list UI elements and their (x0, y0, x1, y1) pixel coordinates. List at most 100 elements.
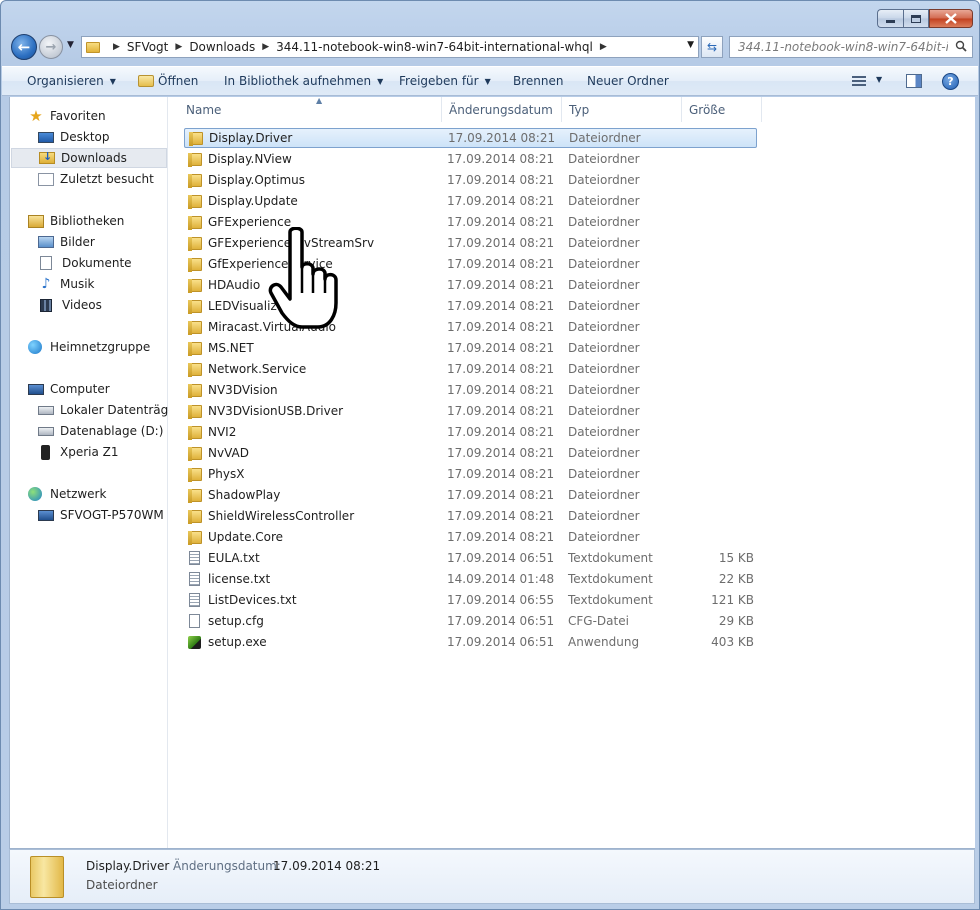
file-row[interactable]: NV3DVisionUSB.Driver 17.09.2014 08:21 Date… (184, 401, 757, 421)
chevron-down-icon[interactable]: ▼ (687, 40, 694, 50)
file-row[interactable]: ShieldWirelessController 17.09.2014 08:21… (184, 506, 757, 526)
view-options-icon[interactable] (852, 76, 866, 86)
file-row[interactable]: Update.Core 17.09.2014 08:21 Dateiordner (184, 527, 757, 547)
file-row[interactable]: setup.exe 17.09.2014 06:51 Anwendung 403 KB (184, 632, 757, 652)
chevron-right-icon[interactable]: ▶ (262, 42, 269, 52)
chevron-right-icon[interactable]: ▶ (600, 42, 607, 52)
file-row[interactable]: license.txt 14.09.2014 01:48 Textdokument 2… (184, 569, 757, 589)
file-row[interactable]: PhysX 17.09.2014 08:21 Dateiordner (184, 464, 757, 484)
sidebar-item-pictures[interactable]: Bilder (38, 232, 95, 252)
file-date: 17.09.2014 08:21 (447, 446, 555, 460)
pictures-icon (38, 236, 54, 248)
file-row[interactable]: Network.Service 17.09.2014 08:21 Dateiordn… (184, 359, 757, 379)
sidebar-item-favorites[interactable]: ★ Favoriten (28, 106, 106, 126)
network-icon (28, 487, 42, 501)
file-row[interactable]: Display.Optimus 17.09.2014 08:21 Dateiordn… (184, 170, 757, 190)
folder-icon (188, 383, 202, 398)
forward-button[interactable]: → (39, 35, 63, 59)
file-row[interactable]: ShadowPlay 17.09.2014 08:21 Dateiordner (184, 485, 757, 505)
refresh-icon: ⇆ (706, 40, 718, 54)
file-date: 17.09.2014 08:21 (447, 299, 555, 313)
maximize-button[interactable] (903, 9, 929, 28)
sidebar-item-label: Favoriten (50, 109, 106, 123)
sidebar-item-downloads[interactable]: Downloads (11, 148, 167, 168)
sidebar-item-music[interactable]: ♪ Musik (38, 274, 95, 294)
address-bar[interactable]: ▶ SFVogt ▶ Downloads ▶ 344.11-notebook-w… (81, 36, 699, 58)
file-row[interactable]: Display.Update 17.09.2014 08:21 Dateiordne… (184, 191, 757, 211)
burn-button[interactable]: Brennen (513, 74, 563, 88)
sidebar-item-label: Dokumente (62, 256, 132, 270)
back-button[interactable]: ← (11, 34, 37, 60)
sidebar-item-label: Videos (62, 298, 102, 312)
file-row[interactable]: NVI2 17.09.2014 08:21 Dateiordner (184, 422, 757, 442)
large-folder-icon (30, 856, 64, 898)
sidebar-item-local-disk[interactable]: Lokaler Datenträger (38, 400, 181, 420)
folder-icon (188, 341, 202, 356)
sidebar-item-label: SFVOGT-P570WM (60, 508, 164, 522)
hard-drive-icon (38, 405, 54, 415)
column-header-type[interactable]: Typ (562, 97, 682, 122)
sidebar-item-documents[interactable]: Dokumente (40, 253, 132, 273)
file-row[interactable]: NV3DVision 17.09.2014 08:21 Dateiordner (184, 380, 757, 400)
sidebar-item-libraries[interactable]: Bibliotheken (28, 211, 124, 231)
sidebar-item-homegroup[interactable]: Heimnetzgruppe (28, 337, 150, 357)
navigation-pane: ★ Favoriten Desktop Downloads Zuletzt bes… (10, 97, 181, 848)
open-label: Öffnen (158, 74, 199, 88)
command-bar: Organisieren ▼ Öffnen In Bibliothek aufne… (2, 66, 978, 96)
sidebar-item-xperia[interactable]: Xperia Z1 (38, 442, 119, 462)
search-input[interactable]: 344.11-notebook-win8-win7-64bit-int... (729, 36, 973, 58)
close-icon (945, 13, 957, 24)
sidebar-item-computer[interactable]: Computer (28, 379, 110, 399)
folder-icon (188, 299, 202, 314)
sidebar-item-recent-places[interactable]: Zuletzt besucht (38, 169, 154, 189)
sidebar-item-videos[interactable]: Videos (40, 295, 102, 315)
sidebar-item-label: Datenablage (D:) (60, 424, 164, 438)
help-icon[interactable]: ? (942, 73, 959, 90)
open-folder-icon (138, 75, 154, 87)
sidebar-item-network[interactable]: Netzwerk (28, 484, 106, 504)
share-with-menu[interactable]: Freigeben für ▼ (399, 74, 491, 88)
file-row[interactable]: setup.cfg 17.09.2014 06:51 CFG-Datei 29 KB (184, 611, 757, 631)
sidebar-item-label: Computer (50, 382, 110, 396)
refresh-button[interactable]: ⇆ (701, 36, 723, 58)
file-name: ListDevices.txt (208, 593, 297, 607)
organize-menu[interactable]: Organisieren ▼ (27, 74, 116, 88)
file-name: MS.NET (208, 341, 254, 355)
sidebar-item-network-pc[interactable]: SFVOGT-P570WM (38, 505, 164, 525)
new-folder-button[interactable]: Neuer Ordner (587, 74, 669, 88)
chevron-right-icon[interactable]: ▶ (113, 42, 120, 52)
file-row[interactable]: NvVAD 17.09.2014 08:21 Dateiordner (184, 443, 757, 463)
file-size: 403 KB (711, 635, 754, 649)
column-header-size[interactable]: Größe (682, 97, 762, 122)
close-button[interactable] (929, 9, 973, 28)
hand-pointer-icon (268, 227, 338, 329)
details-item-type: Dateiordner (86, 878, 158, 892)
file-row[interactable]: EULA.txt 17.09.2014 06:51 Textdokument 15 K… (184, 548, 757, 568)
file-row[interactable]: ListDevices.txt 17.09.2014 06:55 Textdokum… (184, 590, 757, 610)
recent-pages-dropdown[interactable]: ▼ (67, 40, 74, 50)
chevron-down-icon[interactable]: ▼ (876, 75, 882, 84)
sidebar-item-drive-d[interactable]: Datenablage (D:) (38, 421, 163, 441)
column-header-date[interactable]: Änderungsdatum (442, 97, 562, 122)
sidebar-item-desktop[interactable]: Desktop (38, 127, 110, 147)
column-header-name[interactable]: Name ▲ (179, 96, 442, 122)
open-button[interactable]: Öffnen (138, 74, 198, 88)
file-type: Dateiordner (568, 299, 640, 313)
sidebar-item-label: Desktop (60, 130, 110, 144)
back-arrow-icon: ← (17, 38, 31, 56)
breadcrumb-item[interactable]: Downloads (189, 40, 255, 54)
breadcrumb-item[interactable]: SFVogt (127, 40, 168, 54)
preview-pane-icon[interactable] (906, 74, 922, 88)
minimize-button[interactable] (877, 9, 903, 28)
file-row[interactable]: MS.NET 17.09.2014 08:21 Dateiordner (184, 338, 757, 358)
include-in-library-menu[interactable]: In Bibliothek aufnehmen ▼ (224, 74, 383, 88)
breadcrumb-item[interactable]: 344.11-notebook-win8-win7-64bit-internat… (276, 40, 593, 54)
column-header-label: Typ (569, 103, 590, 117)
chevron-right-icon[interactable]: ▶ (175, 42, 182, 52)
file-row[interactable]: Display.NView 17.09.2014 08:21 Dateiordner (184, 149, 757, 169)
star-icon: ★ (29, 107, 43, 125)
search-icon[interactable] (955, 40, 967, 52)
sidebar-item-label: Lokaler Datenträger (60, 403, 181, 417)
file-row[interactable]: Display.Driver 17.09.2014 08:21 Dateiordne… (184, 128, 757, 148)
file-name: HDAudio (208, 278, 261, 292)
